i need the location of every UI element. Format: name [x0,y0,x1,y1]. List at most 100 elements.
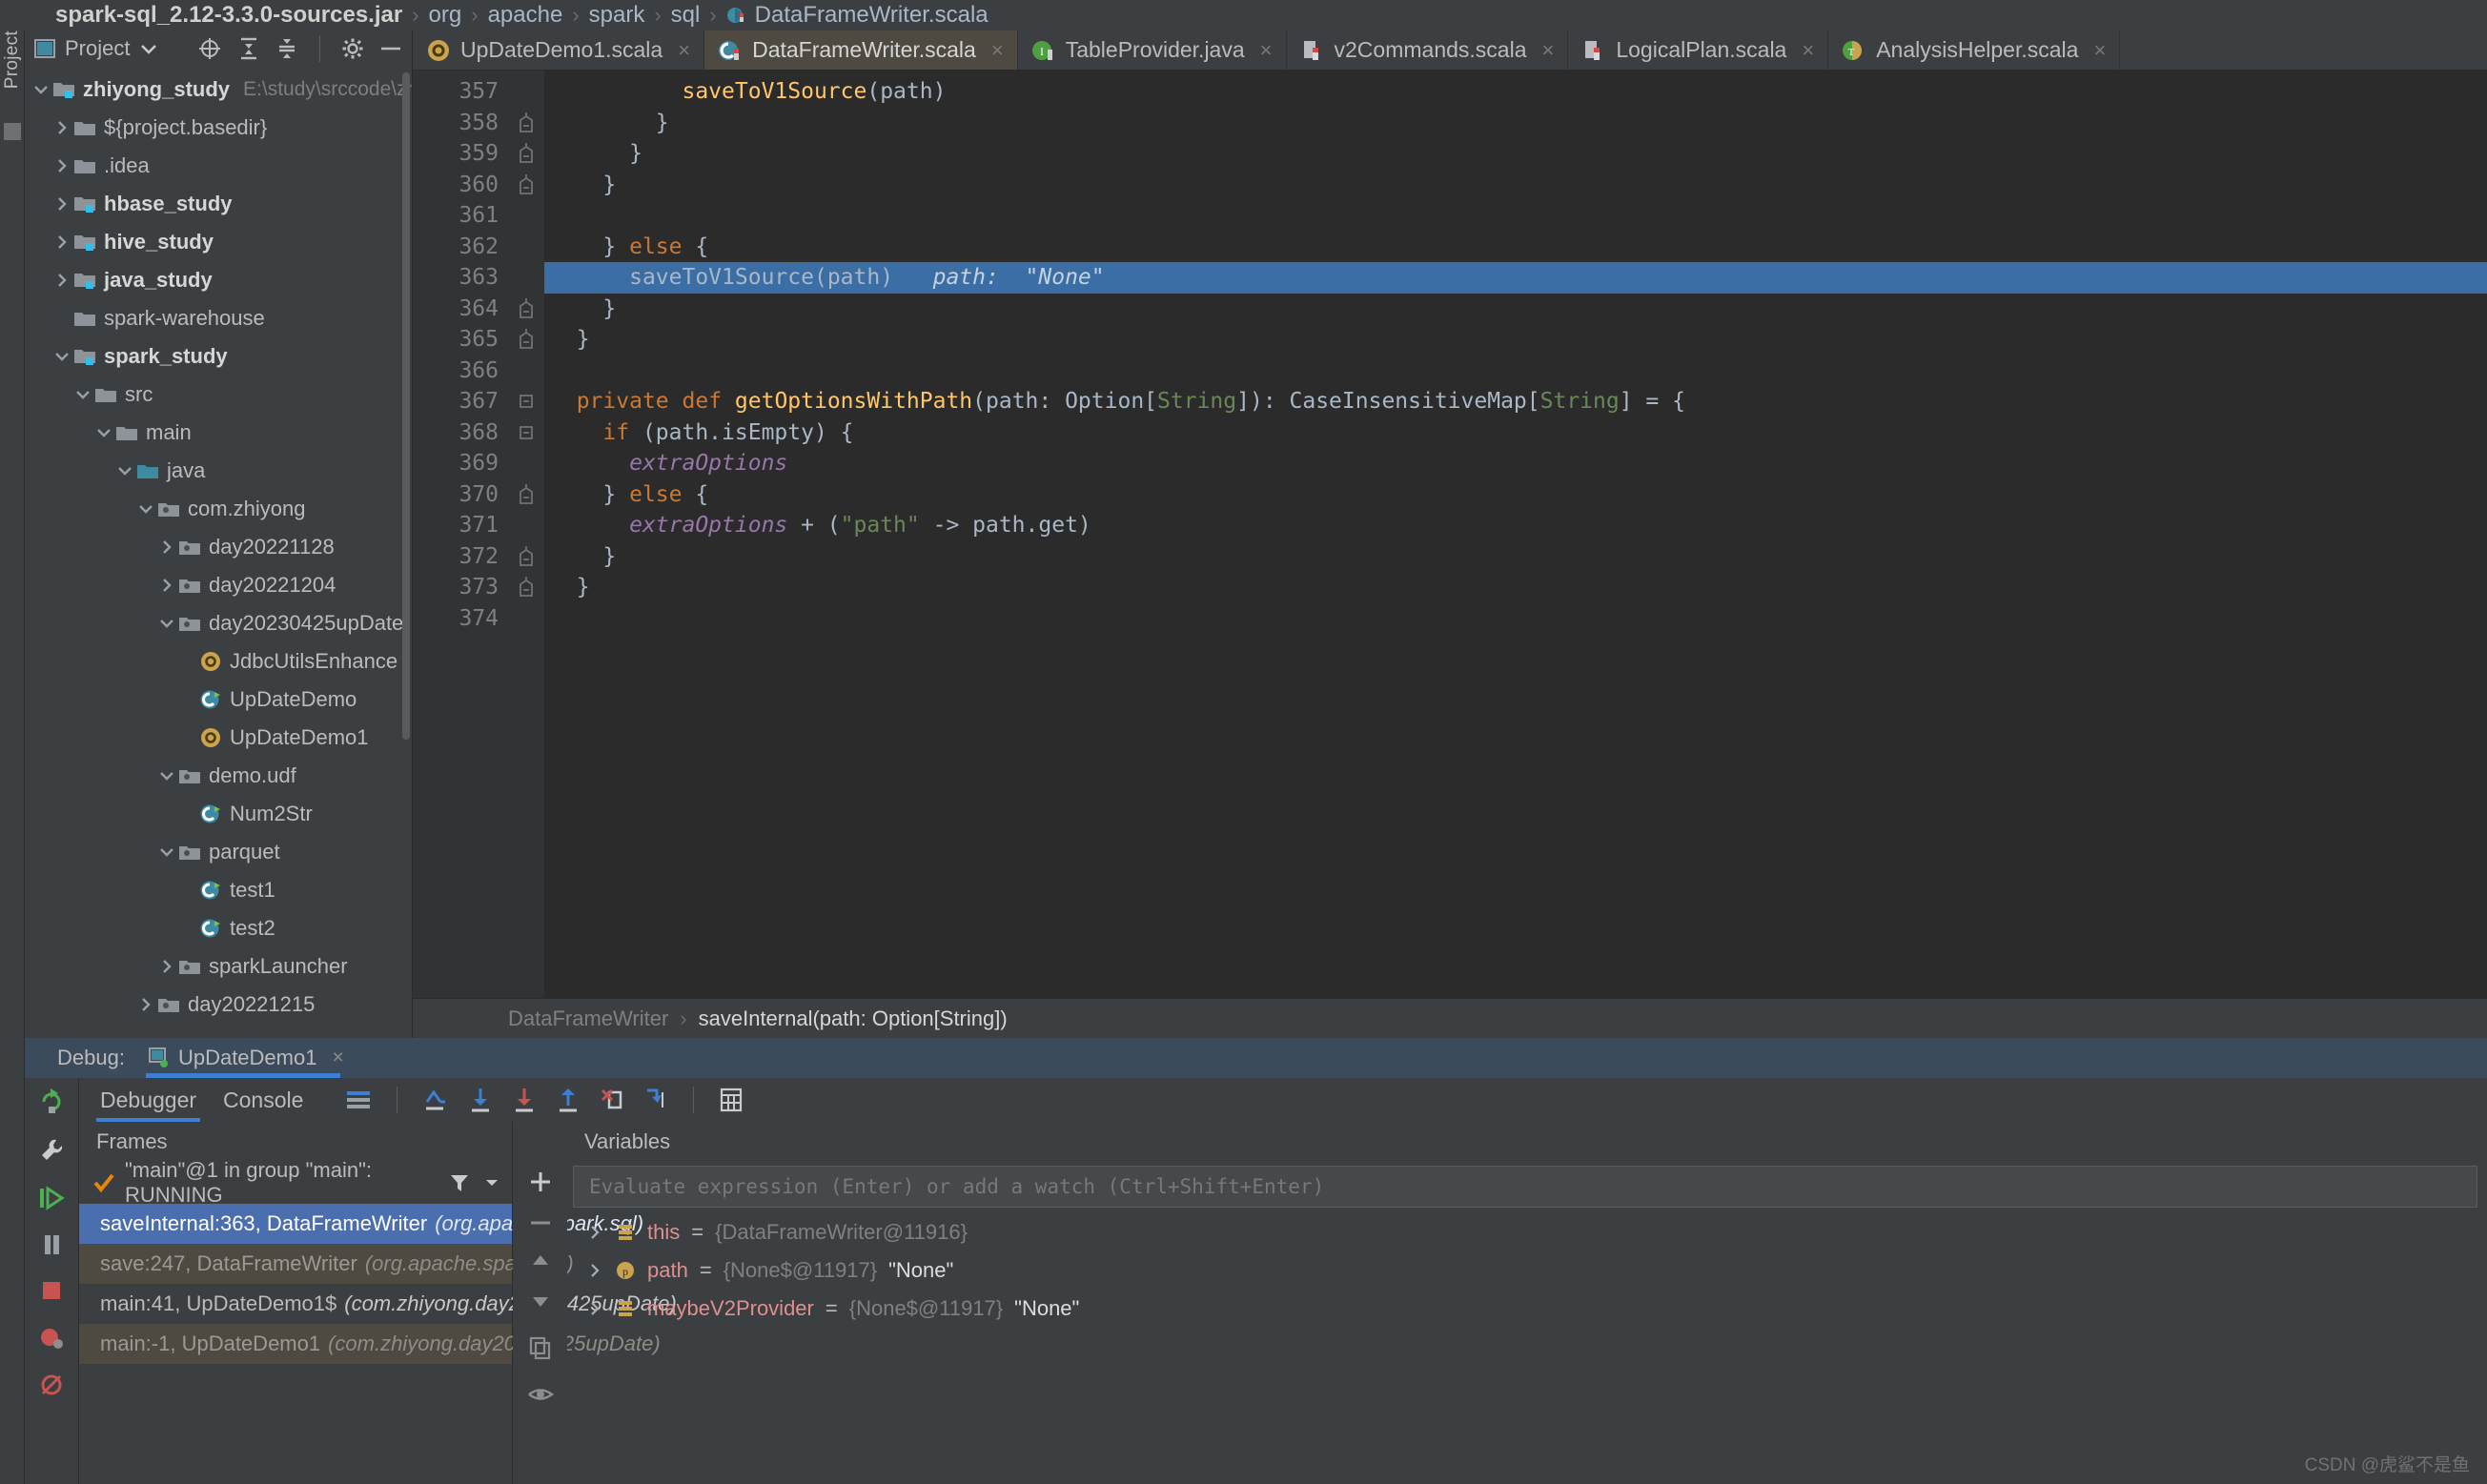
breadcrumb-method[interactable]: saveInternal(path: Option[String]) [699,1006,1008,1031]
variable-row[interactable]: p path = {None$@11917} "None" [567,1251,2487,1290]
frame-row[interactable]: saveInternal:363, DataFrameWriter(org.ap… [79,1204,643,1244]
tree-node-num2str[interactable]: Num2Str [25,795,412,833]
step-into-icon[interactable] [512,1087,537,1113]
evaluate-expression-input[interactable]: Evaluate expression (Enter) or add a wat… [573,1166,2477,1208]
code-line[interactable]: } [544,294,2487,325]
expand-all-icon[interactable] [237,36,260,61]
fold-end-icon[interactable] [508,324,544,356]
close-tab-icon[interactable]: × [991,38,1004,63]
structure-icon[interactable] [3,123,21,141]
wrench-settings-icon[interactable] [38,1137,65,1164]
chevron-right-icon[interactable] [156,576,177,595]
fold-end-icon[interactable] [508,541,544,573]
tree-node-spark-study[interactable]: spark_study [25,337,412,376]
code-line[interactable]: } [544,170,2487,201]
tree-node--idea[interactable]: .idea [25,147,412,185]
tree-node-day20221204[interactable]: day20221204 [25,566,412,604]
tree-node-parquet[interactable]: parquet [25,833,412,871]
tree-node-test2[interactable]: test2 [25,909,412,947]
fold-end-icon[interactable] [508,170,544,201]
project-tree[interactable]: zhiyong_study E:\study\srccode\zhiyong_st… [25,67,412,1038]
code-line[interactable]: } else { [544,232,2487,263]
frame-row[interactable]: main:41, UpDateDemo1$ (com.zhiyong.day202… [79,1284,677,1324]
chevron-down-icon[interactable] [31,83,51,96]
chevron-right-icon[interactable] [156,538,177,557]
view-breakpoints-icon[interactable] [38,1324,65,1351]
fold-start-icon[interactable] [508,417,544,449]
line-number[interactable]: 357 [413,76,508,108]
run-to-cursor-icon[interactable] [643,1087,668,1113]
frame-row[interactable]: main:-1, UpDateDemo1 (com.zhiyong.day2023… [79,1324,661,1364]
variable-row[interactable]: maybeV2Provider = {None$@11917} "None" [567,1290,2487,1328]
chevron-down-icon[interactable] [483,1177,500,1189]
code-line[interactable] [544,603,2487,635]
line-number[interactable]: 360 [413,170,508,201]
tree-node-test1[interactable]: test1 [25,871,412,909]
chevron-down-icon[interactable] [93,426,114,439]
code-line[interactable]: saveToV1Source(path) [544,76,2487,108]
line-number[interactable]: 368 [413,417,508,449]
chevron-down-icon[interactable] [72,388,93,401]
line-number[interactable]: 374 [413,603,508,635]
locate-target-icon[interactable] [197,36,222,61]
editor-tab-bar[interactable]: UpDateDemo1.scala × DataFrameWriter.scala ×… [413,30,2487,71]
close-tab-icon[interactable]: × [1541,38,1554,63]
tree-node-src[interactable]: src [25,376,412,414]
fold-end-icon[interactable] [508,294,544,325]
chevron-down-icon[interactable] [51,350,72,363]
code-line[interactable]: } [544,572,2487,603]
editor-tab-analysishelper-scala[interactable]: T AnalysisHelper.scala × [1828,30,2121,70]
step-out-icon[interactable] [556,1087,581,1113]
code-folding-column[interactable] [508,71,544,998]
move-up-icon[interactable] [529,1251,552,1269]
frames-list[interactable]: saveInternal:363, DataFrameWriter(org.ap… [79,1204,677,1364]
debug-session-tab[interactable]: UpDateDemo1 × [145,1038,350,1078]
variables-list[interactable]: this = {DataFrameWriter@11916} p path = {None$… [567,1213,2487,1328]
breadcrumb-item-org[interactable]: org [429,2,462,29]
line-number[interactable]: 359 [413,138,508,170]
breadcrumb-item-apache[interactable]: apache [488,2,563,29]
tree-node--project-basedir-[interactable]: ${project.basedir} [25,109,412,147]
chevron-down-icon[interactable] [156,617,177,630]
tree-node-java[interactable]: java [25,452,412,490]
chevron-right-icon[interactable] [588,1261,603,1280]
tree-node-day20230425update[interactable]: day20230425upDate [25,604,412,642]
tree-node-updatedemo1[interactable]: UpDateDemo1 [25,719,412,757]
gear-icon[interactable] [341,37,364,60]
line-number[interactable]: 367 [413,386,508,417]
tree-node-updatedemo[interactable]: UpDateDemo [25,681,412,719]
line-number[interactable]: 358 [413,108,508,139]
code-line[interactable]: } [544,138,2487,170]
chevron-right-icon[interactable] [135,995,156,1014]
close-session-icon[interactable]: × [332,1047,343,1069]
tree-scrollbar[interactable] [402,72,410,740]
code-line[interactable]: } else { [544,479,2487,511]
chevron-down-icon[interactable] [139,43,158,54]
editor-tab-tableprovider-java[interactable]: I TableProvider.java × [1018,30,1287,70]
line-number[interactable]: 365 [413,324,508,356]
tab-debugger[interactable]: Debugger [95,1078,201,1122]
code-line[interactable]: extraOptions [544,448,2487,479]
line-number[interactable]: 370 [413,479,508,511]
chevron-right-icon[interactable] [51,118,72,137]
chevron-right-icon[interactable] [51,271,72,290]
fold-end-icon[interactable] [508,108,544,139]
code-line[interactable] [544,200,2487,232]
fold-start-icon[interactable] [508,386,544,417]
mute-breakpoints-icon[interactable] [38,1372,65,1398]
line-number[interactable]: 361 [413,200,508,232]
close-tab-icon[interactable]: × [1260,38,1273,63]
add-watch-icon[interactable] [528,1169,553,1194]
force-step-into-icon[interactable] [600,1087,624,1113]
tree-node-day20221215[interactable]: day20221215 [25,986,412,1024]
chevron-down-icon[interactable] [135,502,156,516]
breadcrumb-class[interactable]: DataFrameWriter [508,1006,668,1031]
layout-settings-icon[interactable] [345,1089,372,1110]
code-editor[interactable]: 357 358 359 360 361 362 363 364 365 366 367 368 369 3… [413,71,2487,998]
code-text-area[interactable]: saveToV1Source(path) } } } } else { save… [544,71,2487,998]
move-down-icon[interactable] [529,1293,552,1311]
step-over-icon[interactable] [468,1087,493,1113]
chevron-right-icon[interactable] [156,957,177,976]
code-line[interactable]: private def getOptionsWithPath(path: Opt… [544,386,2487,417]
tree-node-jdbcutilsenhance[interactable]: JdbcUtilsEnhance [25,642,412,681]
